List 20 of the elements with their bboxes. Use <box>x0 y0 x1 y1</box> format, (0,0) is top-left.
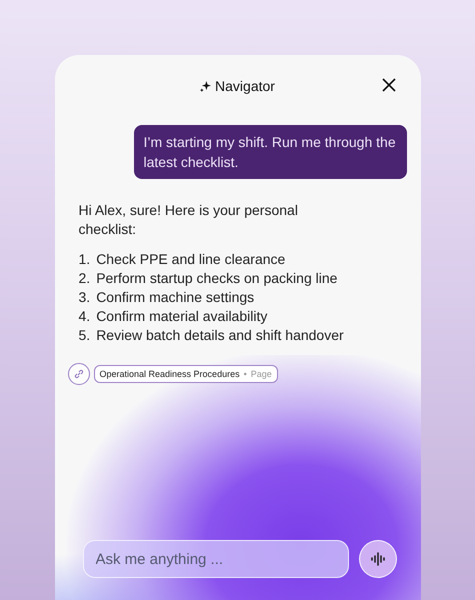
checklist-item: Review batch details and shift handover <box>96 326 344 345</box>
checklist-item: Check PPE and line clearance <box>96 250 286 269</box>
link-button[interactable] <box>68 363 90 385</box>
sparkle-icon <box>200 80 212 92</box>
user-message: I’m starting my shift. Run me through the latest checklist. <box>134 125 406 179</box>
reply-text: Hi Alex, sure! Here is your personal checklist: <box>78 201 299 239</box>
sound-wave-icon <box>370 552 386 566</box>
checklist-item: Confirm material availability <box>96 307 268 326</box>
checklist-item: Perform startup checks on packing line <box>96 269 338 288</box>
list-number: 3. <box>78 288 90 307</box>
panel-title: Navigator <box>200 78 275 94</box>
list-number: 4. <box>78 307 90 326</box>
source-chip[interactable]: Operational Readiness Procedures • Page <box>94 365 278 383</box>
link-icon <box>74 369 84 379</box>
voice-button[interactable] <box>358 540 396 578</box>
list-number: 2. <box>78 269 90 288</box>
checklist-item: Confirm machine settings <box>96 288 254 307</box>
list-number: 5. <box>78 326 90 345</box>
list-number: 1. <box>78 250 90 269</box>
message-input[interactable]: Ask me anything ... <box>82 540 348 578</box>
